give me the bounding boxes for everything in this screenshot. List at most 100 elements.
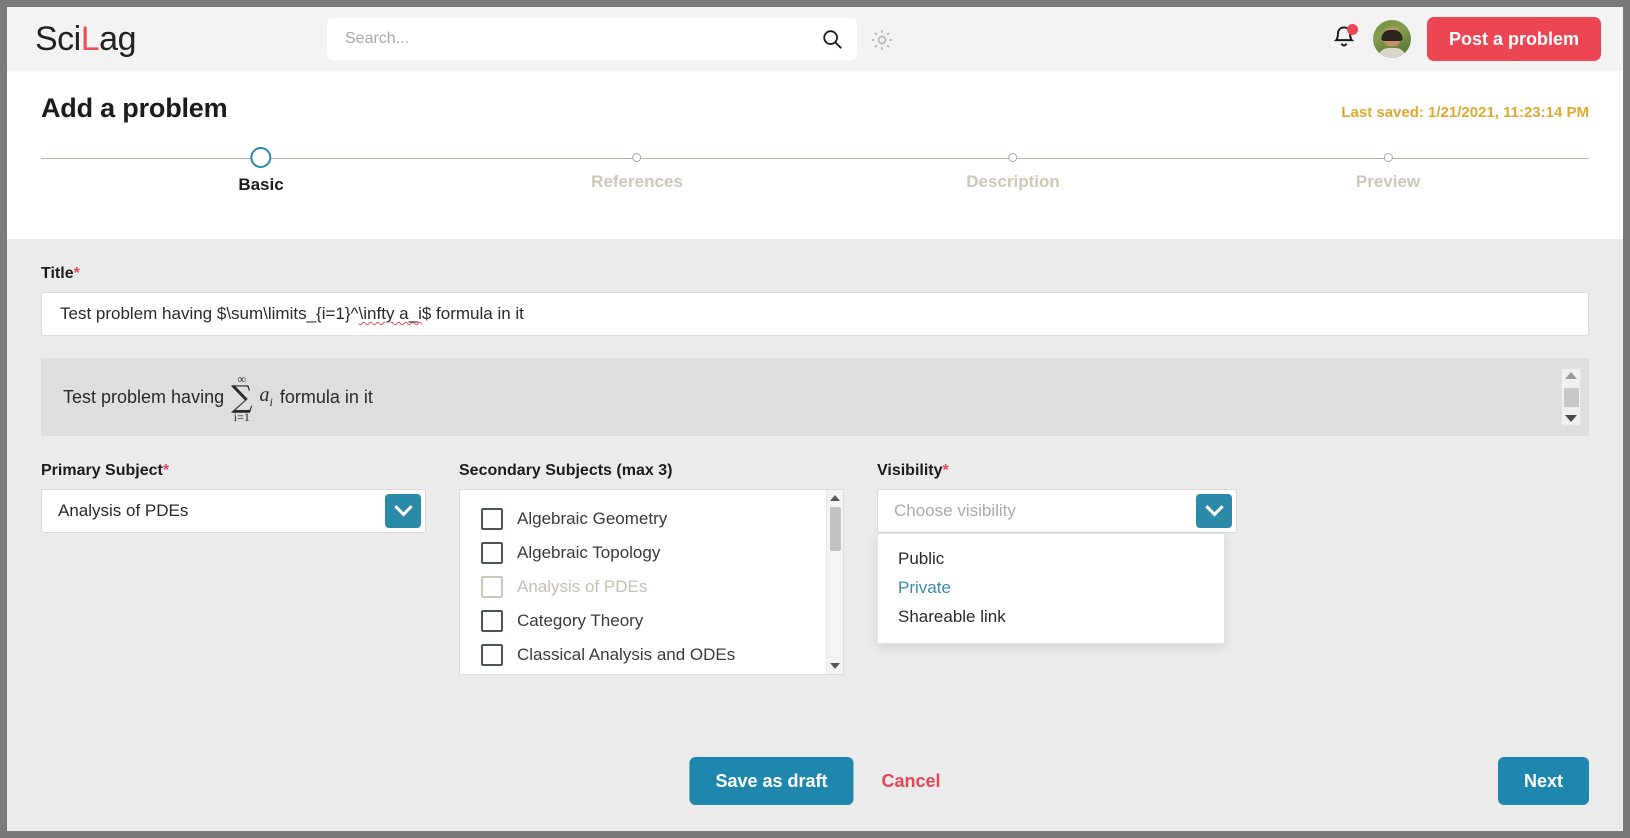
summation-term-base: a bbox=[259, 384, 270, 406]
brand-logo-part1: Sci bbox=[35, 19, 81, 58]
title-label-text: Title bbox=[41, 265, 74, 282]
secondary-subjects-list[interactable]: Algebraic Geometry Algebraic Topology An… bbox=[459, 489, 844, 675]
col-gap-1 bbox=[426, 462, 459, 675]
scroll-up-arrow-icon[interactable] bbox=[830, 495, 840, 501]
form-footer: Save as draft Cancel Next bbox=[7, 757, 1623, 805]
list-item-label: Classical Analysis and ODEs bbox=[517, 645, 736, 664]
visibility-select[interactable]: Choose visibility bbox=[877, 489, 1237, 533]
primary-subject-value: Analysis of PDEs bbox=[58, 501, 189, 520]
notification-dot bbox=[1346, 24, 1358, 35]
title-math-preview-content: Test problem having ∞ ∑ i=1 ai formula i… bbox=[63, 372, 373, 423]
avatar[interactable] bbox=[1372, 20, 1411, 58]
avatar-shirt bbox=[1376, 48, 1407, 58]
post-a-problem-button[interactable]: Post a problem bbox=[1426, 17, 1601, 61]
title-input-prefix: Test problem having $\sum\limits_{i=1}^ bbox=[60, 304, 359, 323]
list-item[interactable]: Category Theory bbox=[460, 604, 843, 638]
list-item: Analysis of PDEs bbox=[460, 570, 843, 604]
summation-term: ai bbox=[260, 384, 273, 410]
progress-stepper: Basic References Description Preview bbox=[41, 147, 1589, 220]
visibility-select-wrapper: Choose visibility Public Private Shareab… bbox=[877, 489, 1237, 644]
title-input[interactable]: Test problem having $\sum\limits_{i=1}^ \… bbox=[41, 292, 1589, 336]
visibility-label-text: Visibility bbox=[877, 462, 943, 479]
primary-subject-label-text: Primary Subject bbox=[41, 462, 163, 479]
checkbox[interactable] bbox=[481, 610, 503, 632]
brand-logo-accent: L bbox=[80, 19, 100, 58]
summation-symbol: ∞ ∑ i=1 bbox=[231, 373, 252, 423]
top-header: SciLag Post a pr bbox=[7, 7, 1623, 71]
primary-subject-label: Primary Subject* bbox=[41, 462, 426, 480]
list-item[interactable]: Classical Analysis and ODEs bbox=[460, 638, 843, 672]
title-math-preview: Test problem having ∞ ∑ i=1 ai formula i… bbox=[41, 358, 1589, 436]
visibility-option-public[interactable]: Public bbox=[878, 544, 1224, 573]
cancel-button[interactable]: Cancel bbox=[882, 771, 941, 792]
scroll-thumb[interactable] bbox=[830, 507, 841, 551]
title-field-label: Title* bbox=[41, 265, 1589, 283]
brand-logo-part2: ag bbox=[99, 19, 136, 58]
app-window: SciLag Post a pr bbox=[7, 7, 1623, 831]
primary-subject-required-marker: * bbox=[162, 462, 170, 479]
notifications-button[interactable] bbox=[1331, 24, 1358, 54]
sigma-glyph: ∑ bbox=[231, 380, 253, 416]
search-box[interactable] bbox=[327, 18, 857, 60]
next-button[interactable]: Next bbox=[1497, 757, 1589, 805]
visibility-option-shareable-link[interactable]: Shareable link bbox=[878, 602, 1224, 631]
stepper-label-description: Description bbox=[966, 172, 1060, 191]
visibility-option-private[interactable]: Private bbox=[878, 573, 1224, 602]
title-input-misspelled: \infty a_i bbox=[358, 304, 422, 323]
stepper-step-references[interactable]: References bbox=[591, 150, 683, 192]
brand-logo[interactable]: SciLag bbox=[35, 20, 136, 59]
visibility-chevron-down-icon[interactable] bbox=[1196, 494, 1232, 528]
last-saved-status: Last saved: 1/21/2021, 11:23:14 PM bbox=[1341, 104, 1589, 121]
stepper-step-description[interactable]: Description bbox=[966, 150, 1060, 192]
stepper-dot-description bbox=[1008, 153, 1018, 162]
chevron-down-glyph bbox=[1204, 497, 1224, 516]
checkbox[interactable] bbox=[481, 542, 503, 564]
visibility-dropdown-menu: Public Private Shareable link bbox=[877, 533, 1225, 644]
primary-subject-select[interactable]: Analysis of PDEs bbox=[41, 489, 426, 533]
secondary-subjects-scrollbar[interactable] bbox=[826, 490, 843, 674]
preview-text-after: formula in it bbox=[279, 386, 373, 407]
summation-lower-limit: i=1 bbox=[233, 409, 250, 424]
list-item-label: Algebraic Topology bbox=[517, 543, 661, 562]
preview-scrollbar[interactable] bbox=[1561, 368, 1581, 426]
scroll-up-arrow-icon[interactable] bbox=[1565, 372, 1577, 379]
list-item-label: Algebraic Geometry bbox=[517, 509, 668, 528]
stepper-step-preview[interactable]: Preview bbox=[1356, 150, 1420, 192]
list-item[interactable]: Algebraic Geometry bbox=[460, 502, 843, 536]
list-item[interactable]: Algebraic Topology bbox=[460, 536, 843, 570]
title-required-marker: * bbox=[73, 265, 80, 282]
checkbox bbox=[481, 576, 503, 598]
visibility-required-marker: * bbox=[942, 462, 949, 479]
preview-text-before: Test problem having bbox=[63, 386, 225, 407]
search-input[interactable] bbox=[345, 30, 821, 48]
stepper-dot-basic bbox=[250, 147, 272, 168]
secondary-subjects-label: Secondary Subjects (max 3) bbox=[459, 462, 673, 479]
visibility-field: Visibility* Choose visibility Public Pri… bbox=[877, 462, 1237, 675]
list-item-label: Analysis of PDEs bbox=[517, 577, 648, 596]
subject-visibility-row: Primary Subject* Analysis of PDEs Second… bbox=[41, 462, 1589, 675]
list-item-label: Category Theory bbox=[517, 611, 644, 630]
stepper-dot-preview bbox=[1383, 153, 1393, 162]
summation-term-subscript: i bbox=[269, 395, 273, 409]
stepper-step-basic[interactable]: Basic bbox=[238, 147, 284, 195]
header-actions: Post a problem bbox=[1331, 7, 1601, 71]
scroll-down-arrow-icon[interactable] bbox=[1565, 415, 1577, 422]
chevron-down-glyph bbox=[393, 497, 413, 516]
footer-center-actions: Save as draft Cancel bbox=[689, 757, 941, 805]
gear-icon[interactable] bbox=[869, 27, 895, 53]
search-icon[interactable] bbox=[821, 28, 843, 50]
scroll-down-arrow-icon[interactable] bbox=[830, 663, 840, 669]
stepper-label-references: References bbox=[591, 172, 683, 191]
scroll-thumb[interactable] bbox=[1563, 387, 1579, 407]
checkbox[interactable] bbox=[481, 508, 503, 530]
stepper-label-basic: Basic bbox=[238, 175, 284, 194]
checkbox[interactable] bbox=[481, 644, 503, 666]
save-as-draft-button[interactable]: Save as draft bbox=[689, 757, 854, 805]
col-gap-2 bbox=[844, 462, 877, 675]
secondary-subjects-field: Secondary Subjects (max 3) Algebraic Geo… bbox=[459, 462, 844, 675]
title-input-suffix: $ formula in it bbox=[421, 304, 524, 323]
stepper-label-preview: Preview bbox=[1355, 172, 1421, 191]
primary-subject-chevron-down-icon[interactable] bbox=[385, 494, 421, 528]
form-body: Title* Test problem having $\sum\limits_… bbox=[7, 239, 1623, 831]
visibility-placeholder: Choose visibility bbox=[894, 501, 1016, 520]
